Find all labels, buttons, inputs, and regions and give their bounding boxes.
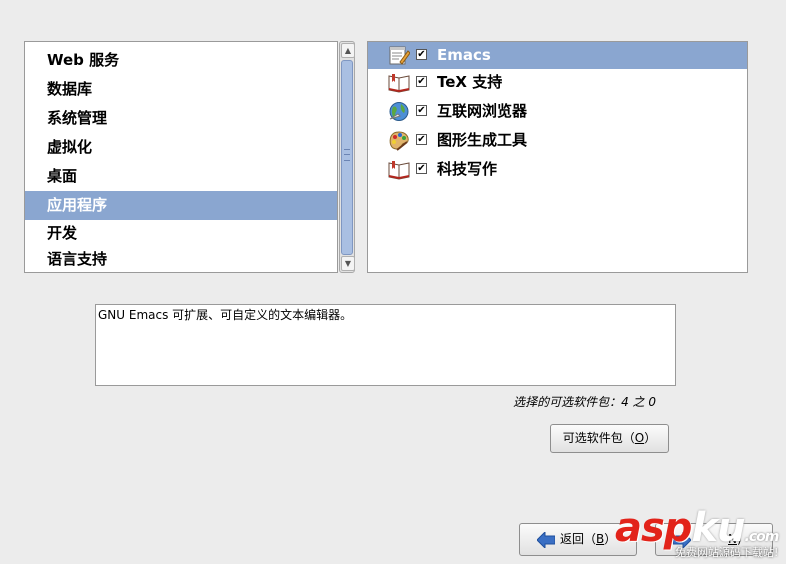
next-mnemonic: N (728, 532, 737, 546)
package-checkbox[interactable]: ✔ (416, 49, 427, 60)
optional-packages-label: 可选软件包（ (562, 431, 635, 445)
package-item[interactable]: ✔ TeX 支持 (368, 69, 747, 96)
category-label: 数据库 (47, 80, 93, 98)
package-item[interactable]: ✔ Emacs (368, 42, 747, 69)
category-label: 开发 (47, 224, 78, 242)
category-label: 虚拟化 (47, 138, 93, 156)
book-icon (388, 159, 410, 180)
category-label: Web 服务 (47, 51, 120, 69)
description-text: GNU Emacs 可扩展、可自定义的文本编辑器。 (98, 308, 353, 322)
selected-count-label: 选择的可选软件包：4 之 0 (513, 395, 656, 409)
back-label: 返回（ (560, 532, 597, 546)
category-label: 系统管理 (47, 109, 108, 127)
category-item[interactable]: 应用程序 (25, 191, 337, 220)
category-label: 桌面 (47, 167, 78, 185)
back-label-end: ） (604, 532, 617, 546)
scroll-down-arrow-icon[interactable]: ▼ (341, 256, 355, 271)
package-description: GNU Emacs 可扩展、可自定义的文本编辑器。 (95, 304, 676, 386)
next-button[interactable]: N) (655, 523, 773, 556)
optional-packages-button[interactable]: 可选软件包（O） (550, 424, 669, 453)
category-item[interactable]: 虚拟化 (25, 133, 337, 162)
category-item[interactable]: 桌面 (25, 162, 337, 191)
package-label: 科技写作 (437, 160, 498, 178)
package-item[interactable]: ✔ 互联网浏览器 (368, 98, 747, 125)
scrollbar-grip-icon (344, 149, 350, 161)
package-checkbox[interactable]: ✔ (416, 76, 427, 87)
category-item[interactable]: 开发 (25, 219, 337, 248)
package-label: TeX 支持 (437, 73, 503, 91)
palette-icon (388, 130, 410, 151)
scroll-up-arrow-icon[interactable]: ▲ (341, 43, 355, 58)
category-item[interactable]: 数据库 (25, 75, 337, 104)
package-checkbox[interactable]: ✔ (416, 105, 427, 116)
globe-icon (388, 101, 410, 122)
package-label: 图形生成工具 (437, 131, 528, 149)
category-label: 语言支持 (47, 250, 108, 268)
category-scrollbar[interactable]: ▲ ▼ (339, 41, 355, 273)
category-label: 应用程序 (47, 196, 108, 214)
package-label: Emacs (437, 46, 491, 64)
back-arrow-icon (537, 532, 555, 548)
category-item[interactable]: Web 服务 (25, 46, 337, 75)
package-label: 互联网浏览器 (437, 102, 528, 120)
package-selection-screen: Web 服务 数据库 系统管理 虚拟化 桌面 应用程序 开发 语言支持 ▲ ▼ ✔ Emacs ✔… (0, 0, 786, 564)
optional-packages-label-end: ） (644, 431, 657, 445)
text-editor-icon (388, 45, 411, 66)
optional-packages-mnemonic: O (634, 431, 645, 445)
category-list[interactable]: Web 服务 数据库系统管理虚拟化桌面应用程序开发语言支持 (24, 41, 338, 273)
book-icon (388, 72, 410, 93)
category-item[interactable]: 语言支持 (25, 245, 337, 272)
package-checkbox[interactable]: ✔ (416, 134, 427, 145)
package-checkbox[interactable]: ✔ (416, 163, 427, 174)
next-label-end: ) (736, 532, 742, 546)
package-item[interactable]: ✔ 图形生成工具 (368, 127, 747, 154)
package-list[interactable]: ✔ Emacs ✔ TeX 支持 ✔ 互联网浏览器 ✔ 图形生成工具 ✔ 科技写作 (367, 41, 748, 273)
back-mnemonic: B (596, 532, 605, 546)
back-button[interactable]: 返回（B） (519, 523, 637, 556)
category-item[interactable]: 系统管理 (25, 104, 337, 133)
next-arrow-icon (673, 532, 691, 548)
scrollbar-thumb[interactable] (341, 60, 353, 255)
package-item[interactable]: ✔ 科技写作 (368, 156, 747, 183)
